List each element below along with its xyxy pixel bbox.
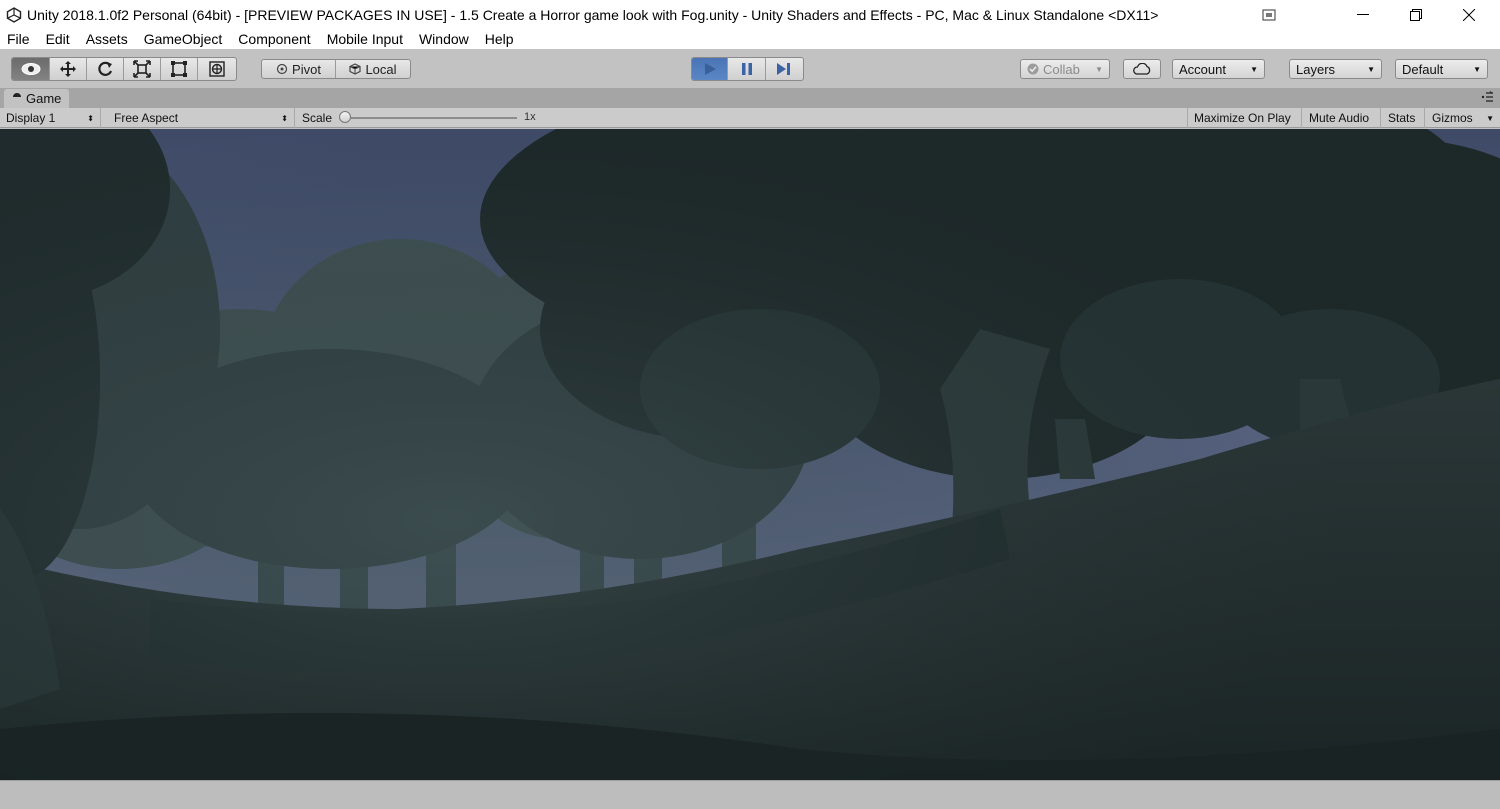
collab-label: Collab [1043, 61, 1080, 77]
menu-edit[interactable]: Edit [38, 29, 78, 49]
display-dropdown[interactable]: Display 1 ⬍ [0, 108, 101, 128]
minimize-button[interactable] [1340, 0, 1386, 29]
chevron-down-icon: ▼ [1486, 113, 1494, 123]
transform-tools [11, 57, 237, 81]
layout-dropdown[interactable]: Default ▼ [1395, 59, 1488, 79]
transform-tool-icon[interactable] [198, 58, 236, 80]
pause-button[interactable] [728, 58, 766, 80]
stats-toggle[interactable]: Stats [1382, 108, 1425, 128]
status-bar [0, 780, 1500, 809]
menu-component[interactable]: Component [230, 29, 318, 49]
restore-layout-icon[interactable] [1246, 0, 1292, 29]
menu-file[interactable]: File [0, 29, 38, 49]
aspect-dropdown[interactable]: Free Aspect ⬍ [108, 108, 295, 128]
menu-assets[interactable]: Assets [78, 29, 136, 49]
play-button[interactable] [692, 58, 729, 80]
rect-tool-icon[interactable] [161, 58, 198, 80]
collab-check-icon [1027, 63, 1039, 75]
layers-dropdown[interactable]: Layers ▼ [1289, 59, 1382, 79]
layers-label: Layers [1296, 61, 1336, 77]
maximize-button[interactable] [1393, 0, 1439, 29]
layout-label: Default [1402, 61, 1444, 77]
pivot-label: Pivot [292, 61, 321, 77]
cloud-button[interactable] [1123, 59, 1161, 79]
gizmos-dropdown[interactable]: Gizmos ▼ [1426, 108, 1500, 128]
menu-window[interactable]: Window [411, 29, 477, 49]
menu-mobile-input[interactable]: Mobile Input [319, 29, 411, 49]
scale-tool-icon[interactable] [124, 58, 161, 80]
scale-value: 1x [524, 111, 536, 123]
pause-icon [741, 63, 752, 75]
step-button[interactable] [766, 58, 803, 80]
mute-audio-label: Mute Audio [1309, 111, 1370, 125]
play-icon [704, 63, 716, 75]
play-controls [691, 57, 804, 81]
scale-label: Scale [302, 111, 333, 125]
local-label: Local [365, 61, 397, 77]
scale-slider-track[interactable] [345, 117, 517, 119]
game-view-toolbar: Display 1 ⬍ Free Aspect ⬍ Scale 1x Maxim… [0, 108, 1500, 128]
game-scene-image [0, 129, 1500, 780]
menu-help[interactable]: Help [477, 29, 522, 49]
menu-gameobject[interactable]: GameObject [136, 29, 231, 49]
account-dropdown[interactable]: Account ▼ [1172, 59, 1265, 79]
aspect-label: Free Aspect [114, 111, 179, 125]
maximize-on-play-toggle[interactable]: Maximize On Play [1187, 108, 1302, 128]
cloud-icon [1133, 63, 1151, 75]
game-view[interactable] [0, 129, 1500, 780]
unity-logo-icon [4, 5, 24, 25]
maximize-on-play-label: Maximize On Play [1194, 111, 1291, 125]
pivot-button[interactable]: Pivot [262, 60, 336, 78]
stats-label: Stats [1388, 111, 1416, 125]
chevron-down-icon: ▼ [1250, 64, 1258, 74]
title-bar: Unity 2018.1.0f2 Personal (64bit) - [PRE… [0, 0, 1500, 29]
game-controller-icon [12, 92, 22, 105]
tab-game[interactable]: Game [4, 89, 70, 108]
tab-menu-icon[interactable] [1480, 91, 1494, 106]
main-toolbar: Pivot Local Collab ▼ Account ▼ Layers ▼ … [0, 52, 1500, 88]
pivot-toggles: Pivot Local [261, 59, 411, 79]
tab-game-label: Game [26, 91, 62, 106]
menu-bar: File Edit Assets GameObject Component Mo… [0, 29, 1500, 49]
chevron-down-icon: ▼ [1367, 64, 1375, 74]
move-tool-icon[interactable] [50, 58, 87, 80]
rotate-tool-icon[interactable] [87, 58, 124, 80]
chevron-updown-icon: ⬍ [281, 113, 288, 123]
mute-audio-toggle[interactable]: Mute Audio [1303, 108, 1381, 128]
pivot-icon [276, 63, 288, 75]
display-label: Display 1 [6, 111, 56, 125]
chevron-down-icon: ▼ [1095, 64, 1103, 74]
scale-slider-thumb[interactable] [339, 111, 351, 123]
gizmos-label: Gizmos [1432, 111, 1473, 125]
chevron-updown-icon: ⬍ [87, 113, 94, 123]
account-label: Account [1179, 61, 1226, 77]
step-icon [777, 63, 791, 75]
collab-dropdown[interactable]: Collab ▼ [1020, 59, 1110, 79]
view-tool-icon[interactable] [12, 58, 50, 80]
tab-bar: Game [0, 88, 1500, 108]
window-title: Unity 2018.1.0f2 Personal (64bit) - [PRE… [27, 6, 1159, 23]
chevron-down-icon: ▼ [1473, 64, 1481, 74]
close-button[interactable] [1446, 0, 1492, 29]
local-icon [349, 63, 362, 75]
local-button[interactable]: Local [336, 60, 410, 78]
